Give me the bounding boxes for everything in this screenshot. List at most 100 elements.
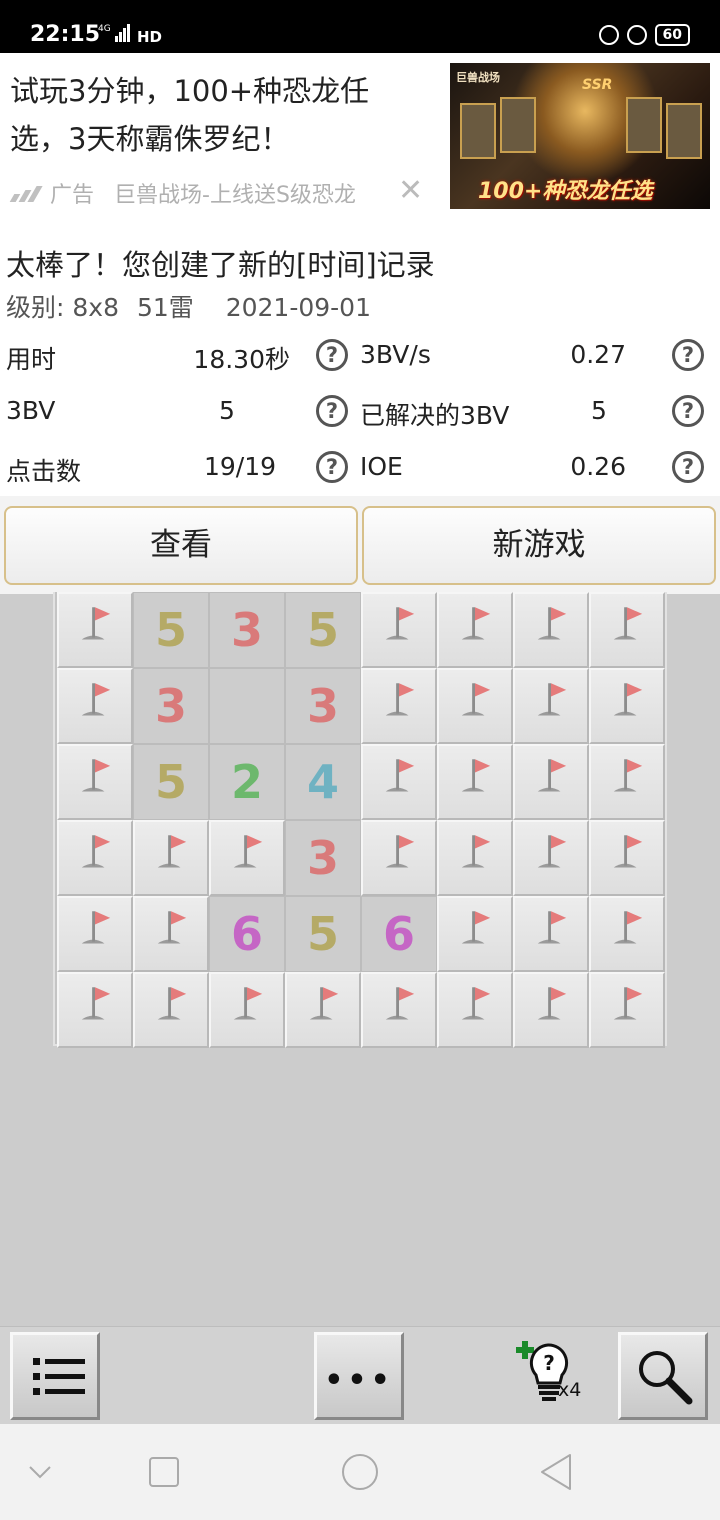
flagged-cell[interactable] [57,668,133,744]
flagged-cell[interactable] [437,744,513,820]
flagged-cell[interactable] [437,668,513,744]
help-icon[interactable]: ? [672,339,704,371]
cell-number: 3 [154,679,187,733]
flagged-cell[interactable] [209,820,285,896]
search-button[interactable] [618,1332,708,1420]
ad-image[interactable]: 巨兽战场 SSR 100+种恐龙任选 [450,63,710,209]
number-cell[interactable]: 3 [285,820,361,896]
number-cell[interactable]: 6 [209,896,285,972]
flagged-cell[interactable] [513,592,589,668]
ad-headline[interactable]: 试玩3分钟，100+种恐龙任选，3天称霸侏罗纪！ [10,67,400,163]
flagged-cell[interactable] [57,820,133,896]
clock: 22:15 [30,22,101,47]
flag-icon [385,607,415,640]
empty-cell[interactable] [209,668,285,744]
ad-image-caption: 100+种恐龙任选 [478,179,653,204]
flagged-cell[interactable] [513,744,589,820]
flagged-cell[interactable] [133,896,209,972]
number-cell[interactable]: 3 [133,668,209,744]
flag-icon [613,683,643,716]
flagged-cell[interactable] [513,896,589,972]
flagged-cell[interactable] [589,592,665,668]
flagged-cell[interactable] [133,972,209,1048]
flag-icon [385,683,415,716]
stat-value-3bvs: 0.27 [570,340,626,369]
flag-icon [233,835,263,868]
flagged-cell[interactable] [57,744,133,820]
flagged-cell[interactable] [437,820,513,896]
action-row: 查看 新游戏 [0,496,720,594]
flagged-cell[interactable] [57,592,133,668]
number-cell[interactable]: 2 [209,744,285,820]
flagged-cell[interactable] [57,896,133,972]
hd-label: HD [136,28,162,46]
flagged-cell[interactable] [513,668,589,744]
number-cell[interactable]: 5 [133,592,209,668]
help-icon[interactable]: ? [316,395,348,427]
flagged-cell[interactable] [589,744,665,820]
network-type: 4G [98,24,111,34]
number-cell[interactable]: 5 [285,592,361,668]
ad-banner[interactable]: 试玩3分钟，100+种恐龙任选，3天称霸侏罗纪！ 广告 巨兽战场-上线送S级恐龙… [0,53,720,220]
flagged-cell[interactable] [361,972,437,1048]
flagged-cell[interactable] [589,820,665,896]
flagged-cell[interactable] [589,896,665,972]
number-cell[interactable]: 6 [361,896,437,972]
ad-close-icon[interactable]: ✕ [398,173,423,208]
flagged-cell[interactable] [209,972,285,1048]
flagged-cell[interactable] [133,820,209,896]
flag-icon [461,607,491,640]
help-icon[interactable]: ? [316,339,348,371]
cell-number: 3 [306,831,339,885]
status-icons: 60 [598,24,690,46]
number-cell[interactable]: 4 [285,744,361,820]
more-button[interactable]: ••• [314,1332,404,1420]
ad-card-left [460,103,496,159]
ad-logo-icon [9,184,44,202]
stat-value-ioe: 0.26 [570,452,626,481]
level-size: 级别: 8x8 [6,293,119,322]
new-game-button[interactable]: 新游戏 [362,506,716,585]
flagged-cell[interactable] [285,972,361,1048]
flagged-cell[interactable] [589,668,665,744]
game-date: 2021-09-01 [225,293,371,322]
flag-icon [385,835,415,868]
help-icon[interactable]: ? [672,451,704,483]
menu-button[interactable] [10,1332,100,1420]
flagged-cell[interactable] [361,820,437,896]
circle-icon[interactable] [340,1452,380,1492]
cell-number: 4 [306,755,339,809]
back-triangle-icon[interactable] [538,1452,574,1492]
view-button[interactable]: 查看 [4,506,358,585]
flagged-cell[interactable] [437,896,513,972]
flagged-cell[interactable] [513,820,589,896]
number-cell[interactable]: 5 [285,896,361,972]
help-icon[interactable]: ? [316,451,348,483]
square-icon[interactable] [148,1456,180,1488]
record-title: 太棒了！您创建了新的[时间]记录 [6,248,435,282]
flagged-cell[interactable] [361,592,437,668]
chevron-down-icon[interactable] [28,1464,52,1480]
flagged-cell[interactable] [437,592,513,668]
flagged-cell[interactable] [361,668,437,744]
number-cell[interactable]: 5 [133,744,209,820]
flagged-cell[interactable] [513,972,589,1048]
hint-bulb-icon[interactable]: ? [512,1335,592,1415]
number-cell[interactable]: 3 [209,592,285,668]
cell-number: 3 [230,603,263,657]
ad-source: 巨兽战场-上线送S级恐龙 [114,183,356,208]
cell-number: 6 [382,907,415,961]
ad-card-right [626,97,662,153]
flagged-cell[interactable] [361,744,437,820]
flagged-cell[interactable] [589,972,665,1048]
lock-rotation-icon [598,25,619,45]
number-cell[interactable]: 3 [285,668,361,744]
cell-number: 5 [306,907,339,961]
stat-value-clicks: 19/19 [203,452,277,481]
stat-label-solved-3bv: 已解决的3BV [360,401,510,430]
flagged-cell[interactable] [437,972,513,1048]
level-info: 级别: 8x8 51雷 2021-09-01 [6,288,381,324]
flag-icon [81,607,111,640]
help-icon[interactable]: ? [672,395,704,427]
flagged-cell[interactable] [57,972,133,1048]
